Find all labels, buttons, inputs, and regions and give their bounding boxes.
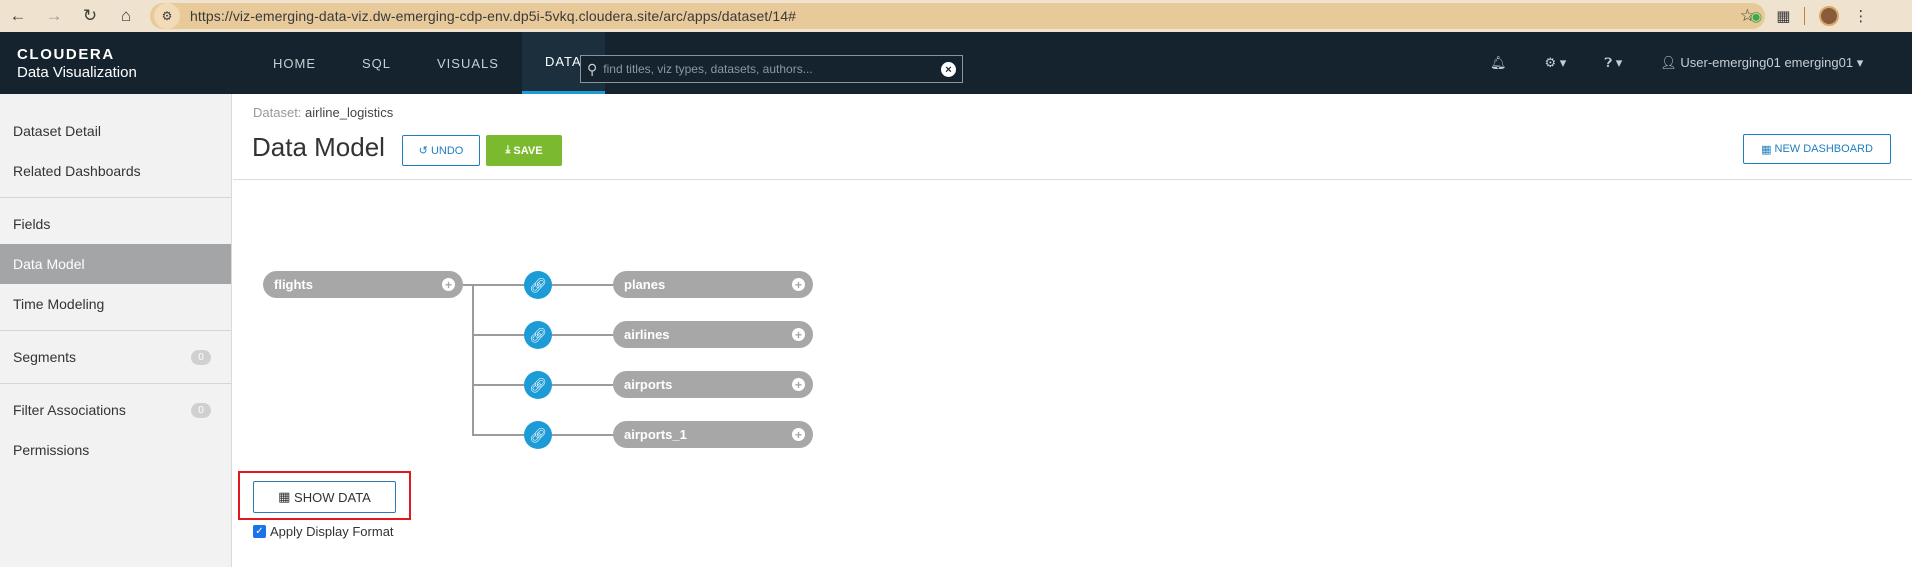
filter-associations-count-badge: 0	[191, 403, 211, 418]
join-link-icon[interactable]: 🔗︎	[524, 371, 552, 399]
table-node-planes[interactable]: planes +	[613, 271, 813, 298]
apply-display-format-label[interactable]: Apply Display Format	[270, 524, 394, 539]
table-node-flights[interactable]: flights +	[263, 271, 463, 298]
sidebar-item-label: Data Model	[13, 256, 85, 272]
sidebar-item-label: Dataset Detail	[13, 123, 101, 139]
nav-visuals[interactable]: VISUALS	[414, 32, 522, 94]
add-join-plus-icon[interactable]: +	[792, 428, 805, 441]
table-node-label: airlines	[624, 327, 670, 342]
url-text[interactable]: https://viz-emerging-data-viz.dw-emergin…	[190, 8, 796, 24]
new-dashboard-label: NEW DASHBOARD	[1774, 143, 1873, 155]
nav-sql[interactable]: SQL	[339, 32, 414, 94]
download-icon: ⤓	[505, 144, 514, 156]
browser-toolbar: ← → ↻ ⌂ ⚙ https://viz-emerging-data-viz.…	[0, 0, 1912, 32]
settings-gear-icon[interactable]: ⚙ ▾	[1545, 55, 1567, 71]
new-dashboard-button[interactable]: ▦ NEW DASHBOARD	[1743, 134, 1891, 164]
search-input[interactable]	[603, 62, 934, 76]
undo-button[interactable]: ↺ UNDO	[402, 135, 480, 166]
breadcrumb-dataset-name[interactable]: airline_logistics	[305, 105, 393, 120]
search-icon: ⚲	[587, 60, 598, 77]
join-link-icon[interactable]: 🔗︎	[524, 271, 552, 299]
sidebar-item-filter-associations[interactable]: Filter Associations 0	[0, 390, 231, 430]
breadcrumb: Dataset: airline_logistics	[253, 105, 393, 120]
chevron-down-icon: ▾	[1856, 55, 1864, 70]
table-node-airports[interactable]: airports +	[613, 371, 813, 398]
add-join-plus-icon[interactable]: +	[442, 278, 455, 291]
table-node-airlines[interactable]: airlines +	[613, 321, 813, 348]
sidebar-item-permissions[interactable]: Permissions	[0, 430, 231, 470]
undo-label: UNDO	[430, 144, 464, 157]
forward-arrow-icon[interactable]: →	[36, 0, 72, 32]
cloudera-logo[interactable]: CLOUDERA Data Visualization	[17, 46, 137, 81]
back-arrow-icon[interactable]: ←	[0, 0, 36, 32]
sidebar: Dataset Detail Related Dashboards Fields…	[0, 94, 232, 567]
logo-product: Data Visualization	[17, 64, 137, 81]
clear-search-icon[interactable]: ×	[941, 62, 956, 77]
sidebar-divider	[0, 330, 231, 331]
help-icon[interactable]: ❓︎ ▾	[1604, 55, 1622, 71]
join-link-icon[interactable]: 🔗︎	[524, 321, 552, 349]
extensions-puzzle-icon[interactable]: ▦	[1776, 7, 1790, 25]
sidebar-item-fields[interactable]: Fields	[0, 204, 231, 244]
add-join-plus-icon[interactable]: +	[792, 328, 805, 341]
sidebar-divider	[0, 197, 231, 198]
table-node-label: airports	[624, 377, 673, 392]
sidebar-item-data-model[interactable]: Data Model	[0, 244, 231, 284]
sidebar-item-label: Permissions	[13, 442, 90, 458]
apply-display-format-checkbox[interactable]: ✓	[253, 525, 266, 538]
user-name: User-emerging01 emerging01	[1680, 55, 1854, 70]
user-icon: 👤︎	[1660, 55, 1677, 70]
sidebar-item-label: Fields	[13, 216, 51, 232]
address-bar[interactable]: ⚙ https://viz-emerging-data-viz.dw-emerg…	[150, 3, 1765, 29]
nav-home[interactable]: HOME	[250, 32, 339, 94]
undo-icon: ↺	[418, 145, 431, 157]
sidebar-item-label: Time Modeling	[13, 296, 105, 312]
add-join-plus-icon[interactable]: +	[792, 378, 805, 391]
add-join-plus-icon[interactable]: +	[792, 278, 805, 291]
sidebar-item-dataset-detail[interactable]: Dataset Detail	[0, 111, 231, 151]
apply-display-format-row: ✓ Apply Display Format	[253, 524, 394, 539]
connector-line	[472, 284, 474, 436]
page-title: Data Model	[252, 132, 385, 162]
main-nav: HOME SQL VISUALS DATA	[250, 32, 605, 94]
browser-menu-icon[interactable]: ⋮	[1853, 7, 1868, 25]
segments-count-badge: 0	[191, 350, 211, 365]
table-node-label: flights	[274, 277, 313, 292]
save-button[interactable]: ⤓ SAVE	[486, 135, 562, 166]
search-box: ⚲ ×	[580, 55, 963, 83]
breadcrumb-label: Dataset:	[253, 105, 302, 120]
dashboard-icon: ▦	[1761, 143, 1775, 156]
sidebar-divider	[0, 383, 231, 384]
sidebar-item-label: Filter Associations	[13, 402, 126, 418]
save-label: SAVE	[513, 144, 543, 157]
header-divider	[233, 179, 1912, 180]
profile-avatar[interactable]	[1819, 6, 1840, 26]
table-node-airports-1[interactable]: airports_1 +	[613, 421, 813, 448]
home-icon[interactable]: ⌂	[108, 0, 144, 32]
logo-brand: CLOUDERA	[17, 46, 115, 63]
table-node-label: airports_1	[624, 427, 687, 442]
join-link-icon[interactable]: 🔗︎	[524, 421, 552, 449]
user-menu[interactable]: 👤︎ User-emerging01 emerging01 ▾	[1660, 55, 1863, 71]
extension-eye-icon[interactable]: ◉	[1750, 8, 1762, 25]
site-info-icon[interactable]: ⚙	[154, 3, 180, 29]
reload-icon[interactable]: ↻	[72, 0, 108, 32]
sidebar-item-time-modeling[interactable]: Time Modeling	[0, 284, 231, 324]
notifications-bell-icon[interactable]: 🔔︎	[1490, 55, 1507, 71]
sidebar-item-label: Related Dashboards	[13, 163, 141, 179]
app-header: CLOUDERA Data Visualization HOME SQL VIS…	[0, 32, 1912, 94]
show-data-button[interactable]: ▦ SHOW DATA	[253, 481, 396, 513]
table-grid-icon: ▦	[278, 489, 295, 504]
sidebar-item-label: Segments	[13, 349, 77, 365]
sidebar-item-related-dashboards[interactable]: Related Dashboards	[0, 151, 231, 191]
toolbar-divider	[1804, 7, 1806, 25]
show-data-label: SHOW DATA	[294, 489, 371, 505]
sidebar-item-segments[interactable]: Segments 0	[0, 337, 231, 377]
table-node-label: planes	[624, 277, 666, 292]
